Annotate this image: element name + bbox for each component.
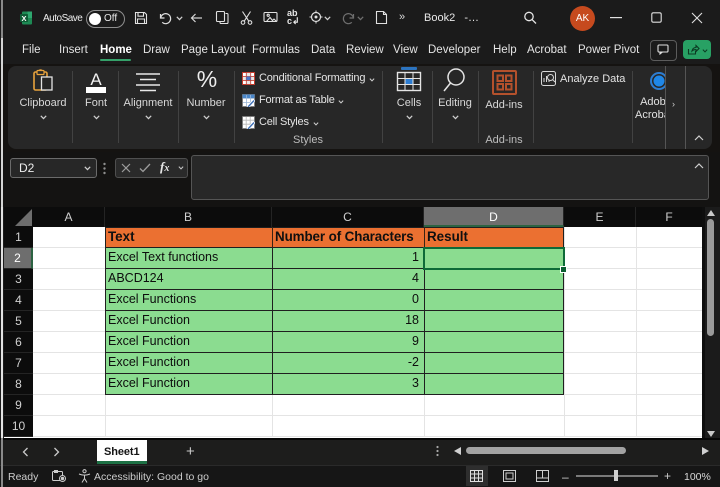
svg-text:A: A	[90, 70, 102, 89]
svg-text:X: X	[21, 14, 26, 23]
